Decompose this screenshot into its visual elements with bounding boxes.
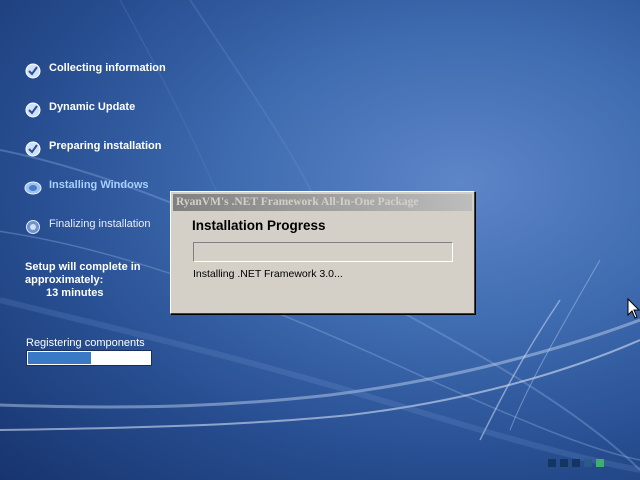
dialog-progress-bar	[193, 242, 453, 262]
time-remaining-minutes: 13 minutes	[46, 287, 104, 299]
time-remaining-text: Setup will complete in approximately: 13…	[25, 261, 165, 300]
activity-square	[584, 459, 592, 467]
time-remaining-line2: approximately:	[25, 274, 104, 286]
checkmark-bullet-icon	[25, 141, 41, 157]
activity-square	[572, 459, 580, 467]
install-dialog: RyanVM's .NET Framework All-In-One Packa…	[170, 191, 475, 314]
activity-square	[596, 459, 604, 467]
step-label: Installing Windows	[49, 179, 149, 191]
setup-screen: Collecting information Dynamic Update Pr…	[0, 0, 640, 480]
pending-bullet-icon	[26, 220, 40, 234]
checkmark-bullet-icon	[25, 102, 41, 118]
time-remaining-line1: Setup will complete in	[25, 261, 141, 273]
status-progress-bar	[26, 350, 152, 366]
checkmark-bullet-icon	[25, 63, 41, 79]
step-label: Dynamic Update	[49, 101, 136, 113]
dialog-status-text: Installing .NET Framework 3.0...	[193, 268, 343, 280]
activity-square	[548, 459, 556, 467]
step-label: Preparing installation	[49, 140, 162, 152]
status-label: Registering components	[26, 337, 145, 349]
dialog-titlebar[interactable]: RyanVM's .NET Framework All-In-One Packa…	[173, 194, 472, 211]
status-progress-fill	[28, 352, 91, 364]
dialog-heading: Installation Progress	[192, 218, 326, 233]
step-label: Collecting information	[49, 62, 166, 74]
activity-square	[560, 459, 568, 467]
step-label: Finalizing installation	[49, 218, 151, 230]
active-bullet-icon	[24, 181, 42, 195]
dialog-title: RyanVM's .NET Framework All-In-One Packa…	[176, 196, 419, 208]
mouse-pointer-icon	[627, 298, 640, 319]
